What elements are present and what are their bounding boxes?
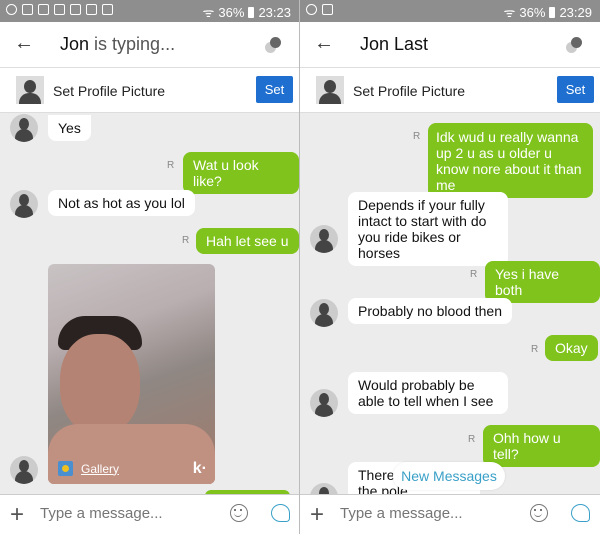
options-dots-icon[interactable] [564, 36, 582, 54]
message-incoming: Yes [48, 115, 91, 141]
read-receipt: R [167, 160, 175, 171]
set-profile-label: Set Profile Picture [53, 83, 166, 99]
download-icon [70, 4, 81, 15]
whatsapp-icon [6, 4, 17, 15]
battery-percent: 36% [519, 4, 546, 20]
notification-icons [6, 4, 113, 15]
read-receipt: R [531, 344, 539, 355]
clock: 23:23 [258, 4, 291, 20]
chat-screen-left: ᯤ 36% 23:23 ← Jon is typing... Set Profile… [0, 0, 300, 534]
avatar[interactable] [10, 190, 38, 218]
back-arrow-icon[interactable]: ← [14, 32, 34, 55]
message-input[interactable] [340, 505, 510, 522]
new-messages-pill[interactable]: New Messages [393, 462, 505, 490]
photo-message[interactable]: Gallery k· [48, 264, 215, 484]
read-receipt: R [468, 434, 476, 445]
profile-placeholder-icon [16, 76, 44, 104]
plus-icon[interactable]: + [10, 501, 24, 529]
message-outgoing: Hah let see u [196, 228, 299, 254]
typing-indicator: is typing... [89, 34, 176, 54]
battery-charging-icon [549, 6, 556, 18]
battery-percent: 36% [218, 4, 245, 20]
message-outgoing: Ohh how u tell? [483, 425, 600, 467]
chat-header: ← Jon is typing... [0, 22, 299, 68]
send-bubble-icon[interactable] [271, 504, 290, 522]
photo-notification-icon [38, 4, 49, 15]
compose-bar: + [300, 494, 600, 534]
status-bar: ᯤ 36% 23:29 [300, 0, 600, 22]
clock: 23:29 [559, 4, 592, 20]
compose-bar: + [0, 494, 299, 534]
read-receipt: R [182, 235, 190, 246]
options-dots-icon[interactable] [263, 36, 281, 54]
message-incoming: Probably no blood then [348, 298, 512, 324]
message-outgoing: Yes i have both [485, 261, 600, 303]
status-bar: ᯤ 36% 23:23 [0, 0, 299, 22]
kik-logo: k· [192, 460, 207, 477]
set-profile-button[interactable]: Set [557, 76, 594, 103]
send-bubble-icon[interactable] [571, 504, 590, 522]
mail-icon [54, 4, 65, 15]
message-incoming: Not as hot as you lol [48, 190, 195, 216]
voicemail-icon [102, 4, 113, 15]
gallery-label: Gallery [81, 461, 120, 476]
smiley-icon[interactable] [230, 504, 248, 522]
avatar[interactable] [10, 456, 38, 484]
avatar[interactable] [310, 225, 338, 253]
message-incoming: Depends if your fully intact to start wi… [348, 192, 508, 266]
avatar[interactable] [310, 389, 338, 417]
wifi-signal-icon: ᯤ [202, 5, 215, 20]
message-list[interactable]: Yes R Wat u look like? Not as hot as you… [0, 113, 299, 494]
set-profile-banner: Set Profile Picture Set [0, 68, 299, 113]
message-outgoing: Idk wud u really wanna up 2 u as u older… [428, 123, 593, 198]
chat-screen-right: ᯤ 36% 23:29 ← Jon Last Set Profile Picture… [300, 0, 600, 534]
message-outgoing: Wat u look like? [183, 152, 299, 194]
back-arrow-icon[interactable]: ← [314, 32, 334, 55]
message-input[interactable] [40, 505, 210, 522]
gallery-link[interactable]: Gallery [58, 461, 119, 476]
set-profile-banner: Set Profile Picture Set [300, 68, 600, 113]
photo-content [60, 334, 140, 434]
battery-icon [248, 6, 255, 18]
contact-name: Jon [60, 34, 90, 54]
whatsapp-icon [306, 4, 317, 15]
read-receipt: R [470, 269, 478, 280]
smiley-icon[interactable] [530, 504, 548, 522]
notification-icons [306, 4, 333, 15]
gallery-notification-icon [22, 4, 33, 15]
message-list[interactable]: R Idk wud u really wanna up 2 u as u old… [300, 113, 600, 494]
chat-title[interactable]: Jon Last [360, 34, 428, 55]
gallery-app-icon [58, 461, 73, 476]
message-incoming: Would probably be able to tell when I se… [348, 372, 508, 414]
set-profile-label: Set Profile Picture [353, 83, 466, 99]
avatar[interactable] [10, 114, 38, 142]
wifi-signal-icon: ᯤ [503, 5, 516, 20]
avatar[interactable] [310, 483, 338, 494]
battery-saver-icon [86, 4, 97, 15]
read-receipt: R [413, 131, 421, 142]
chat-title[interactable]: Jon is typing... [60, 34, 175, 55]
chat-header: ← Jon Last [300, 22, 600, 68]
set-profile-button[interactable]: Set [256, 76, 293, 103]
profile-placeholder-icon [316, 76, 344, 104]
avatar[interactable] [310, 299, 338, 327]
message-outgoing: Okay [545, 335, 598, 361]
voicemail-icon [322, 4, 333, 15]
plus-icon[interactable]: + [310, 501, 324, 529]
